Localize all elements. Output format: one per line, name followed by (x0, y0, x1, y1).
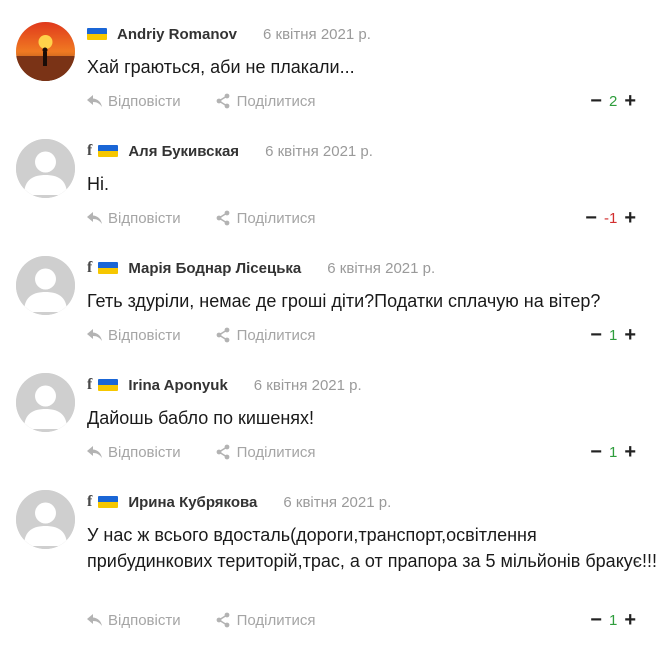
comment-date[interactable]: 6 квітня 2021 р. (254, 377, 362, 394)
avatar[interactable] (16, 139, 75, 198)
share-icon (215, 612, 231, 628)
vote-controls: − 1 + (590, 325, 636, 345)
avatar[interactable] (16, 22, 75, 81)
upvote-button[interactable]: + (624, 610, 636, 630)
comment-text: Хай граються, аби не плакали... (87, 57, 355, 77)
ukraine-flag-icon (98, 379, 119, 391)
facebook-icon: f (87, 259, 93, 276)
ukraine-flag-icon (98, 496, 119, 508)
share-button[interactable]: Поділитися (215, 93, 316, 110)
reply-button[interactable]: Відповісти (87, 612, 181, 629)
comment-date[interactable]: 6 квітня 2021 р. (327, 260, 435, 277)
share-button[interactable]: Поділитися (215, 444, 316, 461)
downvote-button[interactable]: − (590, 91, 602, 111)
comment-text: Ні. (87, 174, 109, 194)
author-name[interactable]: Аля Букивская (128, 143, 239, 160)
vote-score: 1 (608, 611, 618, 629)
default-avatar-icon (16, 373, 75, 432)
share-button[interactable]: Поділитися (215, 210, 316, 227)
comment-date[interactable]: 6 квітня 2021 р. (283, 494, 391, 511)
vote-score: -1 (603, 209, 618, 227)
comment-date[interactable]: 6 квітня 2021 р. (263, 26, 371, 43)
vote-controls: − -1 + (585, 208, 636, 228)
share-icon (215, 210, 231, 226)
reply-button[interactable]: Відповісти (87, 444, 181, 461)
author-name[interactable]: Irina Aponyuk (128, 377, 227, 394)
share-label: Поділитися (236, 326, 316, 344)
reply-label: Відповісти (108, 611, 181, 629)
share-label: Поділитися (236, 92, 316, 110)
comment-actions: Відповісти Поділитися (87, 610, 316, 630)
share-button[interactable]: Поділитися (215, 327, 316, 344)
reply-label: Відповісти (108, 443, 181, 461)
vote-score: 1 (608, 326, 618, 344)
vote-controls: − 1 + (590, 610, 636, 630)
default-avatar-icon (16, 490, 75, 549)
comment-text: Геть здуріли, немає де гроші діти?Податк… (87, 291, 601, 311)
vote-controls: − 2 + (590, 91, 636, 111)
reply-arrow-icon (87, 95, 102, 107)
reply-arrow-icon (87, 614, 102, 626)
comment-actions: Відповісти Поділитися (87, 442, 316, 462)
comment-text: Дайошь бабло по кишенях! (87, 408, 315, 428)
reply-label: Відповісти (108, 209, 181, 227)
reply-label: Відповісти (108, 92, 181, 110)
downvote-button[interactable]: − (590, 325, 602, 345)
comment-actions: Відповісти Поділитися (87, 325, 316, 345)
upvote-button[interactable]: + (624, 442, 636, 462)
upvote-button[interactable]: + (624, 208, 636, 228)
avatar-photo (16, 22, 75, 81)
vote-score: 2 (608, 92, 618, 110)
facebook-icon: f (87, 376, 93, 393)
avatar[interactable] (16, 256, 75, 315)
reply-button[interactable]: Відповісти (87, 210, 181, 227)
downvote-button[interactable]: − (585, 208, 597, 228)
ukraine-flag-icon (98, 262, 119, 274)
comment-actions: Відповісти Поділитися (87, 91, 316, 111)
default-avatar-icon (16, 139, 75, 198)
share-icon (215, 93, 231, 109)
comment-header: f Irina Aponyuk 6 квітня 2021 р. (87, 375, 362, 395)
upvote-button[interactable]: + (624, 325, 636, 345)
comment-header: f Ирина Кубрякова 6 квітня 2021 р. (87, 492, 391, 512)
reply-arrow-icon (87, 212, 102, 224)
reply-arrow-icon (87, 329, 102, 341)
vote-score: 1 (608, 443, 618, 461)
ukraine-flag-icon (98, 145, 119, 157)
share-icon (215, 444, 231, 460)
comment-header: f Марія Боднар Лісецька 6 квітня 2021 р. (87, 258, 435, 278)
share-button[interactable]: Поділитися (215, 612, 316, 629)
avatar[interactable] (16, 490, 75, 549)
reply-label: Відповісти (108, 326, 181, 344)
comment-actions: Відповісти Поділитися (87, 208, 316, 228)
comments-list: Andriy Romanov 6 квітня 2021 р. Хай граю… (0, 0, 665, 647)
ukraine-flag-icon (87, 28, 107, 40)
reply-arrow-icon (87, 446, 102, 458)
author-name[interactable]: Ирина Кубрякова (128, 494, 257, 511)
author-name[interactable]: Марія Боднар Лісецька (128, 260, 301, 277)
author-name[interactable]: Andriy Romanov (117, 26, 237, 43)
comment-date[interactable]: 6 квітня 2021 р. (265, 143, 373, 160)
vote-controls: − 1 + (590, 442, 636, 462)
comment-header: Andriy Romanov 6 квітня 2021 р. (87, 24, 371, 44)
default-avatar-icon (16, 256, 75, 315)
comment-text: У нас ж всього вдосталь(дороги,транспорт… (87, 525, 657, 571)
upvote-button[interactable]: + (624, 91, 636, 111)
avatar[interactable] (16, 373, 75, 432)
comment-header: f Аля Букивская 6 квітня 2021 р. (87, 141, 373, 161)
facebook-icon: f (87, 493, 93, 510)
share-label: Поділитися (236, 443, 316, 461)
downvote-button[interactable]: − (590, 610, 602, 630)
share-label: Поділитися (236, 611, 316, 629)
downvote-button[interactable]: − (590, 442, 602, 462)
share-icon (215, 327, 231, 343)
share-label: Поділитися (236, 209, 316, 227)
reply-button[interactable]: Відповісти (87, 327, 181, 344)
facebook-icon: f (87, 142, 93, 159)
reply-button[interactable]: Відповісти (87, 93, 181, 110)
